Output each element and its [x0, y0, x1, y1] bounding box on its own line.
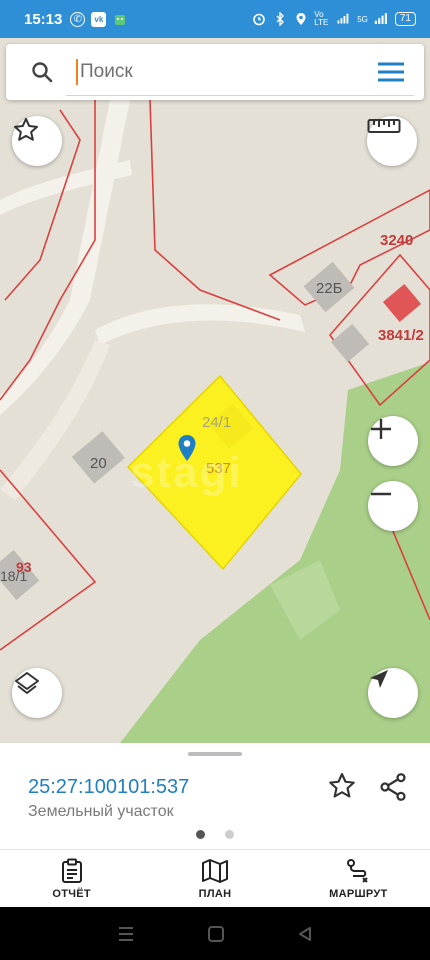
- plus-icon: [371, 419, 391, 439]
- map-icon: [201, 858, 228, 883]
- nav-report[interactable]: ОТЧЁТ: [0, 850, 143, 907]
- ruler-button[interactable]: [367, 116, 417, 166]
- home-icon[interactable]: [207, 925, 225, 943]
- building-label-18: 18/1: [0, 568, 28, 584]
- object-info-panel[interactable]: 25:27:100101:537 Земельный участок: [0, 743, 430, 849]
- android-icon: [112, 12, 127, 27]
- bottom-navigation: ОТЧЁТ ПЛАН МАРШРУТ: [0, 849, 430, 907]
- system-navigation-bar: [0, 907, 430, 960]
- ruler-icon: [367, 119, 401, 133]
- menu-icon[interactable]: [376, 60, 406, 84]
- vk-icon: vk: [91, 11, 107, 27]
- recent-apps-icon[interactable]: [116, 925, 136, 943]
- page-indicator: [196, 830, 234, 839]
- share-icon[interactable]: [377, 771, 409, 803]
- search-input[interactable]: [80, 61, 376, 83]
- favorite-button[interactable]: [12, 116, 62, 166]
- bluetooth-icon: [272, 12, 287, 27]
- back-icon[interactable]: [296, 925, 314, 943]
- red-building: [382, 284, 422, 322]
- drag-handle[interactable]: [188, 752, 242, 756]
- parcel-label-3841: 3841/2: [378, 327, 424, 344]
- zoom-in-button[interactable]: [368, 416, 418, 466]
- nav-route-label: МАРШРУТ: [329, 887, 388, 900]
- page-dot-2: [225, 830, 234, 839]
- zoom-out-button[interactable]: [368, 481, 418, 531]
- nav-plan-label: ПЛАН: [198, 887, 232, 900]
- route-icon: [347, 858, 369, 883]
- whatsapp-icon: ✆: [70, 11, 86, 27]
- star-icon: [14, 117, 38, 141]
- map-pin-icon: [178, 435, 196, 461]
- signal-icon: [336, 12, 351, 27]
- page-dot-1: [196, 830, 205, 839]
- alarm-icon: [251, 12, 266, 27]
- search-bar: [6, 44, 424, 100]
- cadastral-number[interactable]: 25:27:100101:537: [28, 776, 189, 799]
- location-icon: [293, 12, 308, 27]
- nav-plan[interactable]: ПЛАН: [143, 850, 286, 907]
- object-type: Земельный участок: [28, 803, 174, 820]
- clipboard-icon: [61, 858, 82, 883]
- nav-route[interactable]: МАРШРУТ: [287, 850, 430, 907]
- text-caret: [76, 59, 78, 85]
- map-view[interactable]: 537 24/1 20 22Б 3240 3841/2 93 18/1 stag…: [0, 38, 430, 743]
- building-label-22b: 22Б: [316, 280, 343, 297]
- map-canvas[interactable]: [0, 38, 430, 743]
- building-label-20: 20: [90, 455, 107, 472]
- building-label-24-1: 24/1: [202, 414, 232, 431]
- star-icon[interactable]: [327, 771, 357, 801]
- status-time: 15:13: [24, 10, 63, 28]
- my-location-button[interactable]: [368, 668, 418, 718]
- volte-label: Vo LTE: [314, 10, 329, 27]
- search-icon[interactable]: [30, 60, 54, 84]
- parcel-label-3240: 3240: [380, 232, 414, 249]
- layers-button[interactable]: [12, 668, 62, 718]
- battery-indicator: 71: [394, 12, 416, 26]
- status-bar: 15:13 ✆ vk Vo LTE 5G 71: [0, 0, 430, 38]
- navigation-arrow-icon: [370, 670, 388, 688]
- signal-icon-2: [374, 12, 389, 27]
- nav-report-label: ОТЧЁТ: [52, 887, 91, 900]
- network-type: 5G: [357, 14, 368, 24]
- minus-icon: [371, 492, 391, 496]
- layers-icon: [15, 672, 39, 694]
